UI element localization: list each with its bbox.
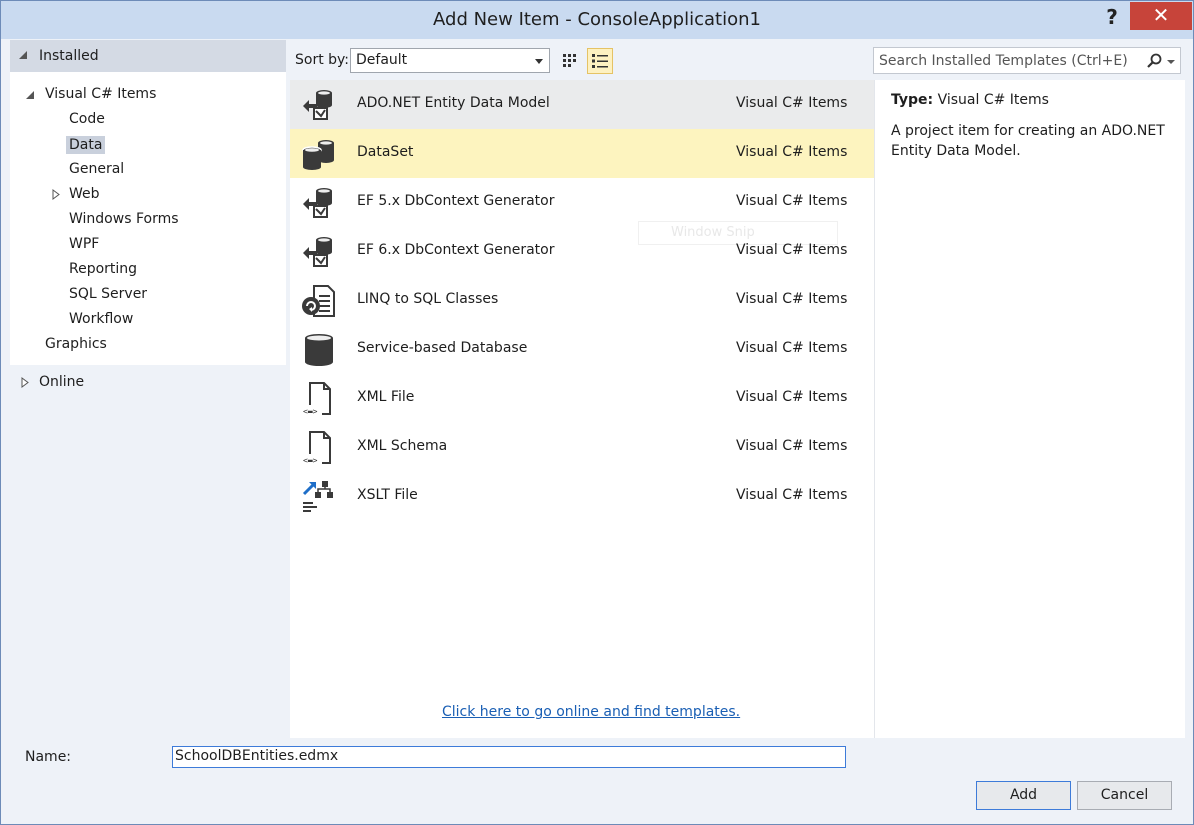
item-category: Visual C# Items <box>736 438 848 454</box>
item-category: Visual C# Items <box>736 340 848 356</box>
collapse-triangle-icon[interactable] <box>21 377 29 388</box>
entity-model-icon <box>303 237 332 267</box>
linq-icon <box>302 285 335 317</box>
description-panel: Type: Visual C# Items A project item for… <box>874 80 1185 738</box>
item-name: DataSet <box>357 144 414 160</box>
tree-item-code[interactable]: Code <box>69 111 105 127</box>
installed-label: Installed <box>39 48 99 64</box>
collapse-triangle-icon[interactable] <box>52 189 60 200</box>
item-category: Visual C# Items <box>736 291 848 307</box>
item-category: Visual C# Items <box>736 193 848 209</box>
svg-text:<▬>: <▬> <box>303 407 318 416</box>
tree-item-general[interactable]: General <box>69 161 124 177</box>
xml-file-icon: <▬> <box>302 382 331 416</box>
item-category: Visual C# Items <box>736 487 848 503</box>
dialog-title: Add New Item - ConsoleApplication1 <box>433 9 761 30</box>
list-item[interactable]: <▬> XML File Visual C# Items <box>290 374 874 423</box>
item-name: XML File <box>357 389 415 405</box>
dataset-icon <box>302 140 334 170</box>
tree-item-sql-server[interactable]: SQL Server <box>69 286 147 302</box>
list-item[interactable]: DataSet Visual C# Items <box>290 129 874 178</box>
grid-view-icon <box>563 54 576 67</box>
close-icon: ✕ <box>1152 3 1170 27</box>
item-category: Visual C# Items <box>736 144 848 160</box>
entity-model-icon <box>303 188 332 218</box>
list-view-icon <box>592 54 608 68</box>
help-button[interactable]: ? <box>1099 3 1125 31</box>
item-name: EF 5.x DbContext Generator <box>357 193 555 209</box>
name-label: Name: <box>25 749 72 765</box>
sort-selected-value: Default <box>356 52 408 68</box>
add-new-item-dialog: Add New Item - ConsoleApplication1 ? ✕ I… <box>0 0 1194 825</box>
installed-header[interactable]: Installed <box>10 40 286 72</box>
item-category: Visual C# Items <box>736 389 848 405</box>
database-icon <box>305 334 333 366</box>
list-item[interactable]: ADO.NET Entity Data Model Visual C# Item… <box>290 80 874 129</box>
entity-model-icon <box>303 90 332 120</box>
close-button[interactable]: ✕ <box>1130 2 1192 30</box>
type-value: Visual C# Items <box>937 92 1049 108</box>
find-online-templates-link[interactable]: Click here to go online and find templat… <box>442 704 740 720</box>
small-icons-view-button[interactable] <box>557 48 583 74</box>
item-name: EF 6.x DbContext Generator <box>357 242 555 258</box>
template-list: Window Snip ADO.NET Entity Data Model Vi… <box>290 80 874 738</box>
item-name: Service-based Database <box>357 340 528 356</box>
title-bar: Add New Item - ConsoleApplication1 ? ✕ <box>1 1 1193 39</box>
template-category-panel: Installed Visual C# Items Code Data Gene… <box>10 40 286 738</box>
search-templates-input[interactable]: Search Installed Templates (Ctrl+E) <box>873 47 1181 74</box>
expand-triangle-icon <box>19 51 27 59</box>
tree-item-visual-csharp-items[interactable]: Visual C# Items <box>45 86 156 102</box>
item-category: Visual C# Items <box>736 95 848 111</box>
template-toolbar: Sort by: Default Search Installed Templa… <box>290 40 1185 80</box>
list-item[interactable]: Service-based Database Visual C# Items <box>290 325 874 374</box>
item-name: XSLT File <box>357 487 418 503</box>
category-tree: Visual C# Items Code Data General Web Wi… <box>10 72 286 365</box>
list-item[interactable]: XSLT File Visual C# Items <box>290 472 874 521</box>
add-button[interactable]: Add <box>976 781 1071 810</box>
tree-item-graphics[interactable]: Graphics <box>45 336 107 352</box>
tree-item-reporting[interactable]: Reporting <box>69 261 137 277</box>
type-line: Type: Visual C# Items <box>891 92 1049 108</box>
chevron-down-icon <box>535 59 543 64</box>
tree-item-web[interactable]: Web <box>69 186 100 202</box>
item-name: XML Schema <box>357 438 448 454</box>
item-name: ADO.NET Entity Data Model <box>357 95 550 111</box>
tree-item-online[interactable]: Online <box>39 374 84 390</box>
item-description: A project item for creating an ADO.NET E… <box>891 123 1165 159</box>
xslt-icon <box>302 481 333 512</box>
tree-item-windows-forms[interactable]: Windows Forms <box>69 211 179 227</box>
svg-text:<▬>: <▬> <box>303 456 318 465</box>
cancel-button[interactable]: Cancel <box>1077 781 1172 810</box>
type-label: Type: <box>891 92 934 108</box>
item-category: Visual C# Items <box>736 242 848 258</box>
search-icon[interactable] <box>1146 53 1162 69</box>
item-name: LINQ to SQL Classes <box>357 291 499 307</box>
sort-label: Sort by: <box>295 52 350 68</box>
list-item[interactable]: <▬> XML Schema Visual C# Items <box>290 423 874 472</box>
expand-triangle-icon <box>26 91 34 99</box>
search-placeholder: Search Installed Templates (Ctrl+E) <box>879 53 1128 69</box>
tree-item-workflow[interactable]: Workflow <box>69 311 133 327</box>
item-name-field[interactable]: SchoolDBEntities.edmx <box>172 746 846 768</box>
xml-file-icon: <▬> <box>302 431 331 465</box>
details-view-button[interactable] <box>587 48 613 74</box>
list-item[interactable]: EF 6.x DbContext Generator Visual C# Ite… <box>290 227 874 276</box>
sort-by-dropdown[interactable]: Default <box>350 48 550 73</box>
search-options-chevron-icon[interactable] <box>1167 60 1175 64</box>
tree-item-wpf[interactable]: WPF <box>69 236 99 252</box>
list-item[interactable]: LINQ to SQL Classes Visual C# Items <box>290 276 874 325</box>
list-item[interactable]: EF 5.x DbContext Generator Visual C# Ite… <box>290 178 874 227</box>
tree-item-data[interactable]: Data <box>66 136 106 154</box>
online-section: Online <box>10 365 286 738</box>
